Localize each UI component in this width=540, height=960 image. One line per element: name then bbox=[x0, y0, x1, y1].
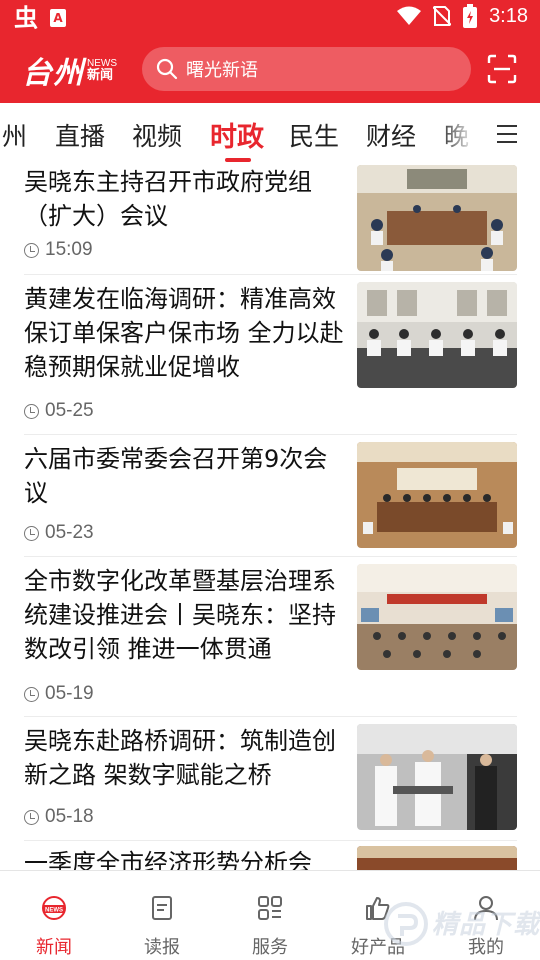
news-time-text: 05-18 bbox=[45, 806, 94, 827]
clock-icon bbox=[24, 809, 39, 825]
news-thumbnail[interactable] bbox=[357, 564, 517, 670]
news-thumbnail[interactable] bbox=[357, 724, 517, 830]
news-thumbnail[interactable] bbox=[357, 282, 517, 388]
news-time: 05-25 bbox=[24, 400, 94, 422]
news-time: 05-23 bbox=[24, 522, 94, 544]
nav-label: 服务 bbox=[252, 937, 288, 958]
news-time-text: 05-19 bbox=[45, 683, 94, 704]
logo-main-text: 台州 bbox=[22, 56, 84, 91]
status-time: 3:18 bbox=[489, 4, 528, 27]
nav-label: 新闻 bbox=[36, 937, 72, 958]
news-time-text: 15:09 bbox=[45, 239, 93, 260]
newspaper-icon bbox=[152, 896, 172, 920]
battery-icon bbox=[463, 4, 478, 28]
watermark: 精品下载 bbox=[384, 900, 540, 952]
search-placeholder: 曙光新语 bbox=[186, 60, 258, 81]
news-title[interactable]: 黄建发在临海调研：精准高效保订单保客户保市场 全力以赴稳预期保就业促增收 bbox=[24, 282, 346, 384]
news-icon: NEWS bbox=[42, 896, 66, 920]
news-title[interactable]: 吴晓东主持召开市政府党组（扩大）会议 bbox=[24, 165, 346, 233]
active-tab-indicator bbox=[225, 158, 251, 162]
clock-icon bbox=[24, 525, 39, 541]
notification-app-icon: A bbox=[50, 9, 66, 27]
nav-newspaper[interactable]: 读报 bbox=[108, 871, 216, 960]
nav-news[interactable]: NEWS 新闻 bbox=[0, 871, 108, 960]
tab-zhou[interactable]: 州 bbox=[2, 117, 27, 153]
news-title[interactable]: 吴晓东赴路桥调研：筑制造创新之路 架数字赋能之桥 bbox=[24, 724, 346, 792]
tab-live[interactable]: 直播 bbox=[55, 117, 105, 153]
no-sim-icon bbox=[433, 6, 452, 26]
app-header: 虫 A 3:18 台州 NEWS 新闻 曙光新语 bbox=[0, 0, 540, 103]
search-icon bbox=[156, 58, 178, 80]
clock-icon bbox=[24, 686, 39, 702]
scan-icon[interactable] bbox=[487, 54, 517, 84]
app-logo[interactable]: 台州 NEWS 新闻 bbox=[22, 48, 117, 92]
news-title[interactable]: 六届市委常委会召开第9次会议 bbox=[24, 442, 346, 510]
svg-text:NEWS: NEWS bbox=[45, 908, 63, 914]
news-time: 05-19 bbox=[24, 683, 94, 705]
watermark-logo-icon bbox=[384, 902, 428, 946]
clock-icon bbox=[24, 403, 39, 419]
logo-cn-text: 新闻 bbox=[87, 68, 114, 83]
tabs-fade bbox=[438, 103, 488, 165]
tab-video[interactable]: 视频 bbox=[132, 117, 182, 153]
bug-icon: 虫 bbox=[14, 4, 38, 32]
news-time: 05-18 bbox=[24, 806, 94, 828]
tab-menu-icon[interactable] bbox=[497, 125, 517, 143]
tab-politics[interactable]: 时政 bbox=[210, 115, 264, 154]
search-bar[interactable]: 曙光新语 bbox=[142, 47, 471, 91]
news-time: 15:09 bbox=[24, 239, 93, 261]
status-left: 虫 A bbox=[14, 5, 66, 31]
tab-livelihood[interactable]: 民生 bbox=[289, 117, 339, 153]
nav-label: 读报 bbox=[144, 937, 180, 958]
wifi-icon bbox=[397, 6, 422, 25]
news-time-text: 05-25 bbox=[45, 400, 94, 421]
news-time-text: 05-23 bbox=[45, 522, 94, 543]
list-divider bbox=[24, 274, 517, 275]
news-thumbnail[interactable] bbox=[357, 165, 517, 271]
tab-finance[interactable]: 财经 bbox=[366, 117, 416, 153]
list-divider bbox=[24, 556, 517, 557]
logo-side: NEWS 新闻 bbox=[87, 58, 117, 82]
channel-tabs: 州 直播 视频 时政 民生 财经 晚 bbox=[0, 103, 540, 165]
status-bar: 虫 A 3:18 bbox=[0, 0, 540, 36]
nav-services[interactable]: 服务 bbox=[216, 871, 324, 960]
status-right: 3:18 bbox=[397, 4, 528, 28]
news-title[interactable]: 全市数字化改革暨基层治理系统建设推进会丨吴晓东：坚持数改引领 推进一体贯通 bbox=[24, 564, 346, 666]
services-grid-icon bbox=[258, 896, 282, 920]
watermark-text: 精品下载 bbox=[432, 910, 540, 940]
list-divider bbox=[24, 434, 517, 435]
list-divider bbox=[24, 716, 517, 717]
clock-icon bbox=[24, 242, 39, 258]
news-thumbnail[interactable] bbox=[357, 442, 517, 548]
list-divider bbox=[24, 840, 517, 841]
